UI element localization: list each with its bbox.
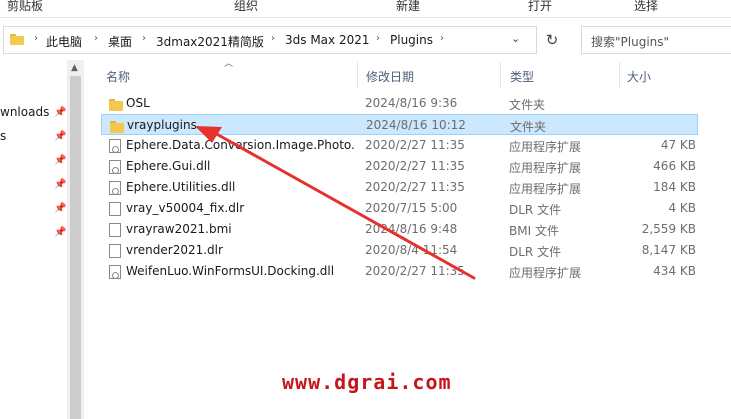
annotation-arrow [195,126,476,280]
watermark-text: www.dgrai.com [282,370,452,394]
